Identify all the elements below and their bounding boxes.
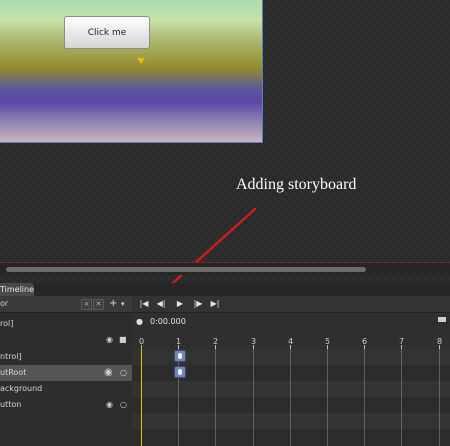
objects-list: rol] ◉ ■ ntrol] utRoot ◉ ○ ackground utt… xyxy=(0,313,133,446)
grid-line xyxy=(439,349,440,446)
grid-line xyxy=(327,349,328,446)
track-row xyxy=(132,429,450,445)
horizontal-scrollbar[interactable] xyxy=(0,262,450,275)
annotation-text: Adding storyboard xyxy=(236,176,357,193)
tab-timeline[interactable]: Timeline xyxy=(0,283,34,296)
timeline-ruler[interactable]: ● 0:00.000 012345678 xyxy=(132,313,450,349)
list-item[interactable]: utton ◉ ○ xyxy=(0,397,132,413)
add-storyboard-icon[interactable]: + xyxy=(109,296,117,312)
grid-line xyxy=(364,349,365,446)
timeline-tracks[interactable] xyxy=(132,349,450,446)
objects-header: or × ✕ + ▾ xyxy=(0,296,132,313)
list-item-label: rol] xyxy=(0,319,14,328)
objects-header-label: or xyxy=(0,299,9,308)
ruler-menu-icon[interactable] xyxy=(438,317,446,322)
design-artboard[interactable]: Click me xyxy=(0,0,263,143)
playhead-marker[interactable] xyxy=(137,58,145,64)
panel-tab-bar: Timeline xyxy=(0,283,450,296)
eye-icon[interactable]: ◉ xyxy=(104,365,113,381)
grid-line xyxy=(215,349,216,446)
list-item-selected[interactable]: utRoot ◉ ○ xyxy=(0,365,132,381)
list-item-label: ntrol] xyxy=(0,352,22,361)
lock-dot-icon[interactable]: ○ xyxy=(120,397,127,413)
first-frame-button[interactable]: |◀ xyxy=(137,298,151,310)
track-row xyxy=(132,381,450,397)
keyframe[interactable] xyxy=(174,350,186,362)
track-row xyxy=(132,397,450,413)
list-item[interactable]: ackground xyxy=(0,381,132,397)
play-button[interactable]: ▶ xyxy=(173,298,187,310)
next-frame-button[interactable]: |▶ xyxy=(191,298,205,310)
scrollbar-thumb[interactable] xyxy=(6,267,366,272)
playback-controls: |◀ ◀| ▶ |▶ ▶| xyxy=(132,296,450,313)
close-storyboard-icon[interactable]: × xyxy=(81,299,92,310)
grid-line xyxy=(401,349,402,446)
list-item[interactable]: rol] xyxy=(0,316,132,332)
previous-frame-button[interactable]: ◀| xyxy=(154,298,168,310)
list-item[interactable]: ◉ ■ xyxy=(0,332,132,348)
lock-icon[interactable]: ■ xyxy=(119,332,127,348)
timeline-panel: Timeline or × ✕ + ▾ |◀ ◀| ▶ |▶ ▶| rol] ◉… xyxy=(0,283,450,446)
eye-icon[interactable]: ◉ xyxy=(106,332,113,348)
last-frame-button[interactable]: ▶| xyxy=(208,298,222,310)
delete-storyboard-icon[interactable]: ✕ xyxy=(93,299,104,310)
keyframe-dot xyxy=(178,353,182,359)
click-me-button[interactable]: Click me xyxy=(64,16,150,49)
time-readout[interactable]: 0:00.000 xyxy=(150,315,186,329)
keyframe[interactable] xyxy=(174,366,186,378)
eye-icon[interactable]: ◉ xyxy=(106,397,113,413)
list-item[interactable]: ntrol] xyxy=(0,349,132,365)
grid-line xyxy=(178,349,179,446)
track-row xyxy=(132,413,450,429)
playhead-line[interactable] xyxy=(141,349,142,446)
list-item-label: utton xyxy=(0,400,22,409)
list-item-label: ackground xyxy=(0,384,43,393)
list-item-label: utRoot xyxy=(0,368,27,377)
lock-dot-icon[interactable]: ○ xyxy=(120,365,127,381)
grid-line xyxy=(290,349,291,446)
keyframe-dot xyxy=(178,369,182,375)
grid-line xyxy=(253,349,254,446)
record-keyframe-icon[interactable]: ● xyxy=(136,315,143,329)
storyboard-options-chevron-icon[interactable]: ▾ xyxy=(121,296,125,312)
